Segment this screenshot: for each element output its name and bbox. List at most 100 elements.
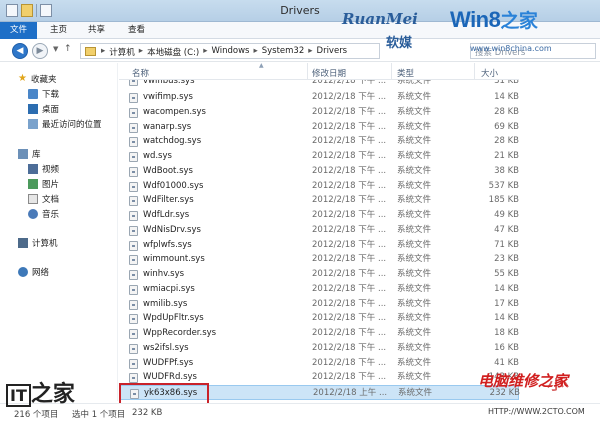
breadcrumb-windows[interactable]: Windows xyxy=(212,46,250,58)
network-icon xyxy=(18,267,28,277)
table-row[interactable]: wimmount.sys 2012/2/18 下午 ... 系统文件 23 KB xyxy=(119,252,519,267)
table-row[interactable]: WdNisDrv.sys 2012/2/18 下午 ... 系统文件 47 KB xyxy=(119,223,519,238)
tab-home[interactable]: 主页 xyxy=(40,22,77,39)
file-size: 16 KB xyxy=(494,342,519,353)
table-row[interactable]: WUDFPf.sys 2012/2/18 下午 ... 系统文件 41 KB xyxy=(119,356,519,371)
system-file-icon xyxy=(129,270,138,280)
file-type: 系统文件 xyxy=(397,224,432,235)
file-type: 系统文件 xyxy=(397,298,432,309)
picture-icon xyxy=(28,179,38,189)
table-row[interactable]: wmiacpi.sys 2012/2/18 下午 ... 系统文件 14 KB xyxy=(119,282,519,297)
file-type: 系统文件 xyxy=(397,92,432,102)
document-icon xyxy=(28,194,38,204)
file-type: 系统文件 xyxy=(397,136,432,147)
file-name: Wdf01000.sys xyxy=(143,180,204,191)
column-name[interactable]: 名称 xyxy=(132,67,149,79)
recent-locations-dropdown[interactable]: ▼ xyxy=(53,45,58,53)
selection-highlight-box xyxy=(119,383,209,405)
nav-libraries[interactable]: 库 xyxy=(18,148,41,160)
file-size: 31 KB xyxy=(494,80,519,86)
table-row[interactable]: watchdog.sys 2012/2/18 下午 ... 系统文件 28 KB xyxy=(119,134,519,149)
system-file-icon xyxy=(129,137,138,148)
table-row[interactable]: wfplwfs.sys 2012/2/18 下午 ... 系统文件 71 KB xyxy=(119,238,519,253)
file-size: 28 KB xyxy=(494,136,519,147)
tab-file[interactable]: 文件 xyxy=(0,22,38,39)
tab-view[interactable]: 查看 xyxy=(118,22,155,39)
system-file-icon xyxy=(129,93,138,103)
selected-count: 选中 1 个项目 xyxy=(72,410,126,420)
diannao-url: HTTP://WWW.2CTO.COM xyxy=(488,407,585,416)
file-size: 17 KB xyxy=(494,298,519,309)
file-type: 系统文件 xyxy=(397,328,432,338)
nav-documents[interactable]: 文档 xyxy=(28,193,59,205)
table-row[interactable]: vwifimp.sys 2012/2/18 下午 ... 系统文件 14 KB xyxy=(119,90,519,105)
file-size: 537 KB xyxy=(488,180,519,191)
file-name: watchdog.sys xyxy=(143,136,202,147)
system-file-icon xyxy=(129,107,138,118)
column-type[interactable]: 类型 xyxy=(397,67,414,79)
file-type: 系统文件 xyxy=(397,121,432,132)
forward-button[interactable]: ▶ xyxy=(32,43,48,59)
ithome-logo: IT 之家 xyxy=(6,376,75,408)
system-file-icon xyxy=(129,373,138,384)
file-size: 69 KB xyxy=(494,121,519,132)
nav-favorites[interactable]: ★ 收藏夹 xyxy=(18,73,56,86)
nav-computer[interactable]: 计算机 xyxy=(18,237,58,249)
nav-desktop[interactable]: 桌面 xyxy=(28,103,59,115)
file-type: 系统文件 xyxy=(397,80,432,86)
file-size: 18 KB xyxy=(494,328,519,338)
table-row[interactable]: winhv.sys 2012/2/18 下午 ... 系统文件 55 KB xyxy=(119,267,519,282)
file-name: WdNisDrv.sys xyxy=(143,224,201,235)
breadcrumb-local-disk[interactable]: 本地磁盘 (C:) xyxy=(147,46,199,58)
table-row[interactable]: ws2ifsl.sys 2012/2/18 下午 ... 系统文件 16 KB xyxy=(119,341,519,356)
system-file-icon xyxy=(129,314,138,325)
nav-recent-places[interactable]: 最近访问的位置 xyxy=(28,118,102,130)
table-row[interactable]: WpdUpFltr.sys 2012/2/18 下午 ... 系统文件 14 KB xyxy=(119,311,519,326)
table-row[interactable]: Wdf01000.sys 2012/2/18 下午 ... 系统文件 537 KB xyxy=(119,179,519,194)
table-row[interactable]: WdFilter.sys 2012/2/18 下午 ... 系统文件 185 KB xyxy=(119,193,519,208)
system-file-icon xyxy=(129,152,138,162)
file-date: 2012/2/18 下午 ... xyxy=(312,210,387,220)
table-row[interactable]: wacompen.sys 2012/2/18 下午 ... 系统文件 28 KB xyxy=(119,105,519,120)
file-name: wmiacpi.sys xyxy=(143,283,195,294)
diannao-watermark: 电脑维修之家 xyxy=(478,372,569,390)
table-row[interactable]: WppRecorder.sys 2012/2/18 下午 ... 系统文件 18 KB xyxy=(119,326,519,341)
file-size: 41 KB xyxy=(494,357,519,368)
column-date[interactable]: 修改日期 xyxy=(312,67,346,79)
nav-network[interactable]: 网络 xyxy=(18,266,49,278)
item-count: 216 个项目 xyxy=(14,410,59,420)
breadcrumb[interactable]: ▸ 计算机 ▸ 本地磁盘 (C:) ▸ Windows ▸ System32 ▸… xyxy=(80,43,380,59)
file-date: 2012/2/18 下午 ... xyxy=(312,372,387,383)
nav-pictures[interactable]: 图片 xyxy=(28,178,59,190)
file-name: wacompen.sys xyxy=(143,106,206,117)
tab-share[interactable]: 共享 xyxy=(78,22,115,39)
file-name: wfplwfs.sys xyxy=(143,239,192,250)
file-type: 系统文件 xyxy=(397,254,432,265)
file-size: 14 KB xyxy=(494,92,519,102)
table-row[interactable]: WdBoot.sys 2012/2/18 下午 ... 系统文件 38 KB xyxy=(119,164,519,179)
nav-videos[interactable]: 视频 xyxy=(28,163,59,175)
table-row[interactable]: wmilib.sys 2012/2/18 下午 ... 系统文件 17 KB xyxy=(119,297,519,312)
file-date: 2012/2/18 下午 ... xyxy=(312,136,387,147)
file-size: 185 KB xyxy=(488,195,519,206)
table-row[interactable]: wanarp.sys 2012/2/18 下午 ... 系统文件 69 KB xyxy=(119,120,519,135)
nav-music[interactable]: 音乐 xyxy=(28,208,59,220)
breadcrumb-computer[interactable]: 计算机 xyxy=(109,46,135,58)
file-date: 2012/2/18 下午 ... xyxy=(312,298,387,309)
file-date: 2012/2/18 下午 ... xyxy=(312,239,387,250)
file-date: 2012/2/18 下午 ... xyxy=(312,269,387,279)
system-file-icon xyxy=(129,196,138,207)
column-size[interactable]: 大小 xyxy=(481,67,498,79)
breadcrumb-system32[interactable]: System32 xyxy=(262,46,305,58)
back-button[interactable]: ◀ xyxy=(12,43,28,59)
file-date: 2012/2/18 下午 ... xyxy=(312,92,387,102)
nav-downloads[interactable]: 下载 xyxy=(28,88,59,100)
file-date: 2012/2/18 下午 ... xyxy=(312,357,387,368)
file-type: 系统文件 xyxy=(397,165,432,176)
table-row[interactable]: wd.sys 2012/2/18 下午 ... 系统文件 21 KB xyxy=(119,149,519,164)
up-arrow-icon[interactable]: ↑ xyxy=(64,44,72,54)
file-size: 71 KB xyxy=(494,239,519,250)
table-row[interactable]: vwifibus.sys 2012/2/18 下午 ... 系统文件 31 KB xyxy=(119,80,519,90)
system-file-icon xyxy=(129,80,138,86)
table-row[interactable]: WdfLdr.sys 2012/2/18 下午 ... 系统文件 49 KB xyxy=(119,208,519,223)
